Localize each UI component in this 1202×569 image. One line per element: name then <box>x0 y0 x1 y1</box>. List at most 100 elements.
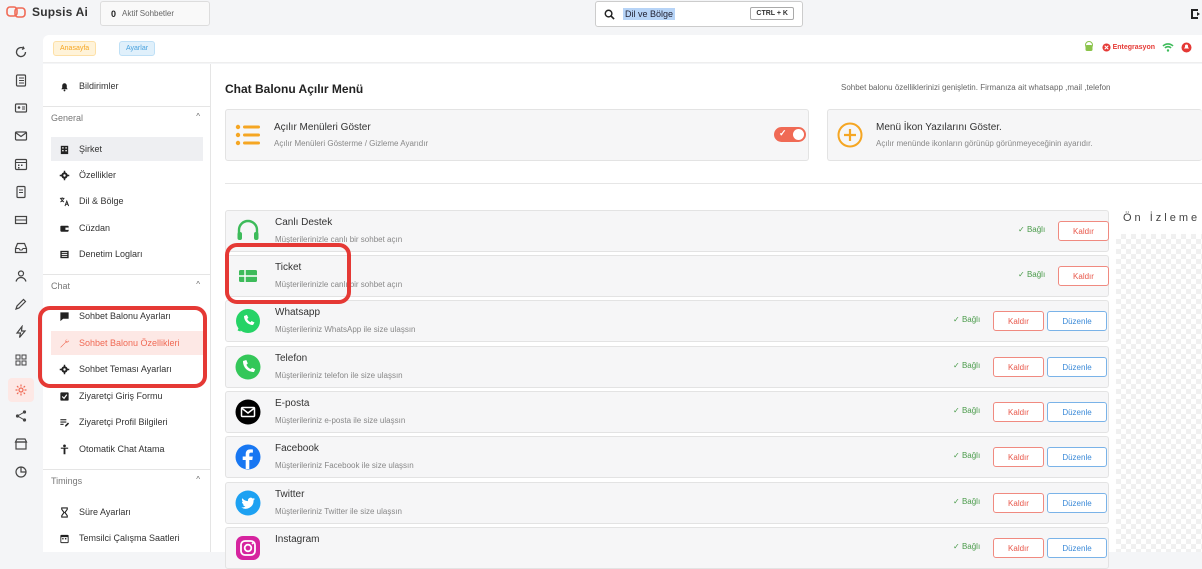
list-icon <box>60 250 69 258</box>
document-icon <box>16 185 26 199</box>
remove-button[interactable]: Kaldır <box>993 357 1044 377</box>
sidebar-item-audit-logs[interactable]: Denetim Logları <box>51 242 203 266</box>
connected-status: ✓ Bağlı <box>953 451 980 460</box>
rail-reports[interactable] <box>11 182 31 202</box>
notification-bell-icon[interactable] <box>1181 42 1192 53</box>
group-label: Chat <box>51 280 71 291</box>
remove-button[interactable]: Kaldır <box>993 493 1044 513</box>
check-icon: ✓ <box>953 361 962 370</box>
sidebar-group-general[interactable]: General ^ <box>43 106 210 128</box>
search-input[interactable]: Dil ve Bölge CTRL + K <box>595 1 803 27</box>
calendar-icon <box>60 534 69 543</box>
plus-circle-icon <box>837 122 863 148</box>
edit-list-icon <box>60 418 70 427</box>
wifi-icon[interactable] <box>1162 42 1174 52</box>
sidebar-item-duration-settings[interactable]: Süre Ayarları <box>51 500 203 524</box>
search-icon <box>604 9 615 20</box>
logout-icon[interactable] <box>1190 8 1202 20</box>
pie-chart-icon <box>15 466 27 478</box>
section-divider <box>225 183 1202 184</box>
edit-button[interactable]: Düzenle <box>1047 447 1107 467</box>
active-chats-counter[interactable]: 0 Aktif Sohbetler <box>100 1 210 26</box>
connected-label: Bağlı <box>961 315 981 324</box>
sidebar-item-agent-working-hours[interactable]: Temsilci Çalışma Saatleri <box>51 526 203 550</box>
remove-button[interactable]: Kaldır <box>1058 221 1109 241</box>
sidebar-item-features[interactable]: Özellikler <box>51 163 203 187</box>
sidebar-group-timings[interactable]: Timings ^ <box>43 469 210 491</box>
group-label: Timings <box>51 475 83 486</box>
sidebar-item-label: Ziyaretçi Giriş Formu <box>79 391 163 401</box>
channel-row: Facebook Müşterileriniz Facebook ile size… <box>225 436 1109 478</box>
hourglass-icon <box>61 506 68 518</box>
sidebar-item-label: Ziyaretçi Profil Bilgileri <box>79 417 168 427</box>
remove-button[interactable]: Kaldır <box>993 538 1044 558</box>
sidebar-item-notifications[interactable]: Bildirimler <box>51 74 203 98</box>
sidebar-item-company[interactable]: Şirket <box>51 137 203 161</box>
rail-inbox[interactable] <box>11 238 31 258</box>
page-description: Sohbet balonu özelliklerinizi genişletin… <box>841 83 1111 92</box>
ticket-outline-icon <box>14 215 28 225</box>
rail-store[interactable] <box>11 434 31 454</box>
translate-icon <box>59 196 70 206</box>
channel-row: E-posta Müşterileriniz e-posta ile size u… <box>225 391 1109 433</box>
group-label: General <box>51 112 84 123</box>
sidebar-item-visitor-profile[interactable]: Ziyaretçi Profil Bilgileri <box>51 410 203 434</box>
rail-tickets[interactable] <box>11 210 31 230</box>
facebook-icon <box>234 443 262 471</box>
sidebar-group-chat[interactable]: Chat ^ <box>43 274 210 296</box>
connected-status: ✓ Bağlı <box>953 315 980 324</box>
rail-edit[interactable] <box>11 294 31 314</box>
option-show-icon-labels: Menü İkon Yazılarını Göster. Açılır menü… <box>827 109 1202 161</box>
rail-calendar[interactable] <box>11 154 31 174</box>
breadcrumb-home[interactable]: Anasayfa <box>53 41 97 56</box>
channel-title: Instagram <box>275 534 320 545</box>
nav-rail <box>0 30 42 552</box>
rail-share[interactable] <box>11 406 31 426</box>
check-icon: ✓ <box>953 406 962 415</box>
connected-status: ✓ Bağlı <box>953 361 980 370</box>
option-title: Açılır Menüleri Göster <box>274 122 371 133</box>
connected-status: ✓ Bağlı <box>1018 270 1045 279</box>
phone-icon <box>234 353 262 381</box>
edit-button[interactable]: Düzenle <box>1047 311 1107 331</box>
channel-subtitle: Müşterileriniz telefon ile size ulaşsın <box>275 371 403 380</box>
rail-users[interactable] <box>11 266 31 286</box>
connected-status: ✓ Bağlı <box>953 497 980 506</box>
remove-button[interactable]: Kaldır <box>993 402 1044 422</box>
app-logo[interactable]: Supsis Ai <box>6 5 88 19</box>
rail-settings[interactable] <box>8 378 34 402</box>
channel-title: E-posta <box>275 398 310 409</box>
person-icon <box>60 443 69 454</box>
pen-icon <box>15 298 27 310</box>
rail-apps[interactable] <box>11 350 31 370</box>
sidebar-item-language[interactable]: Dil & Bölge <box>51 189 203 213</box>
sidebar-item-auto-chat-assign[interactable]: Otomatik Chat Atama <box>51 437 203 461</box>
edit-button[interactable]: Düzenle <box>1047 402 1107 422</box>
show-dropdown-toggle[interactable]: ✓ <box>774 127 806 142</box>
sidebar-item-label: Süre Ayarları <box>79 507 131 517</box>
edit-button[interactable]: Düzenle <box>1047 493 1107 513</box>
integration-status[interactable]: Entegrasyon <box>1102 42 1155 52</box>
building-icon <box>60 145 69 154</box>
sidebar-item-label: Otomatik Chat Atama <box>79 444 165 454</box>
edit-button[interactable]: Düzenle <box>1047 538 1107 558</box>
remove-button[interactable]: Kaldır <box>993 311 1044 331</box>
headset-icon <box>234 217 262 245</box>
rail-automation[interactable] <box>11 322 31 342</box>
channel-row: Instagram ✓ Bağlı Kaldır Düzenle <box>225 527 1109 569</box>
android-icon[interactable] <box>1083 41 1095 53</box>
rail-mail[interactable] <box>11 126 31 146</box>
gear-icon <box>59 170 70 180</box>
breadcrumb-settings[interactable]: Ayarlar <box>119 41 156 56</box>
edit-button[interactable]: Düzenle <box>1047 357 1107 377</box>
sidebar-item-wallet[interactable]: Cüzdan <box>51 216 203 240</box>
remove-button[interactable]: Kaldır <box>993 447 1044 467</box>
connected-label: Bağlı <box>1026 225 1046 234</box>
rail-contacts[interactable] <box>11 98 31 118</box>
rail-dashboard[interactable] <box>11 42 31 62</box>
chevron-up-icon: ^ <box>196 475 200 484</box>
rail-tasks[interactable] <box>11 70 31 90</box>
rail-stats[interactable] <box>11 462 31 482</box>
remove-button[interactable]: Kaldır <box>1058 266 1109 286</box>
channel-row: Telefon Müşterileriniz telefon ile size u… <box>225 346 1109 388</box>
